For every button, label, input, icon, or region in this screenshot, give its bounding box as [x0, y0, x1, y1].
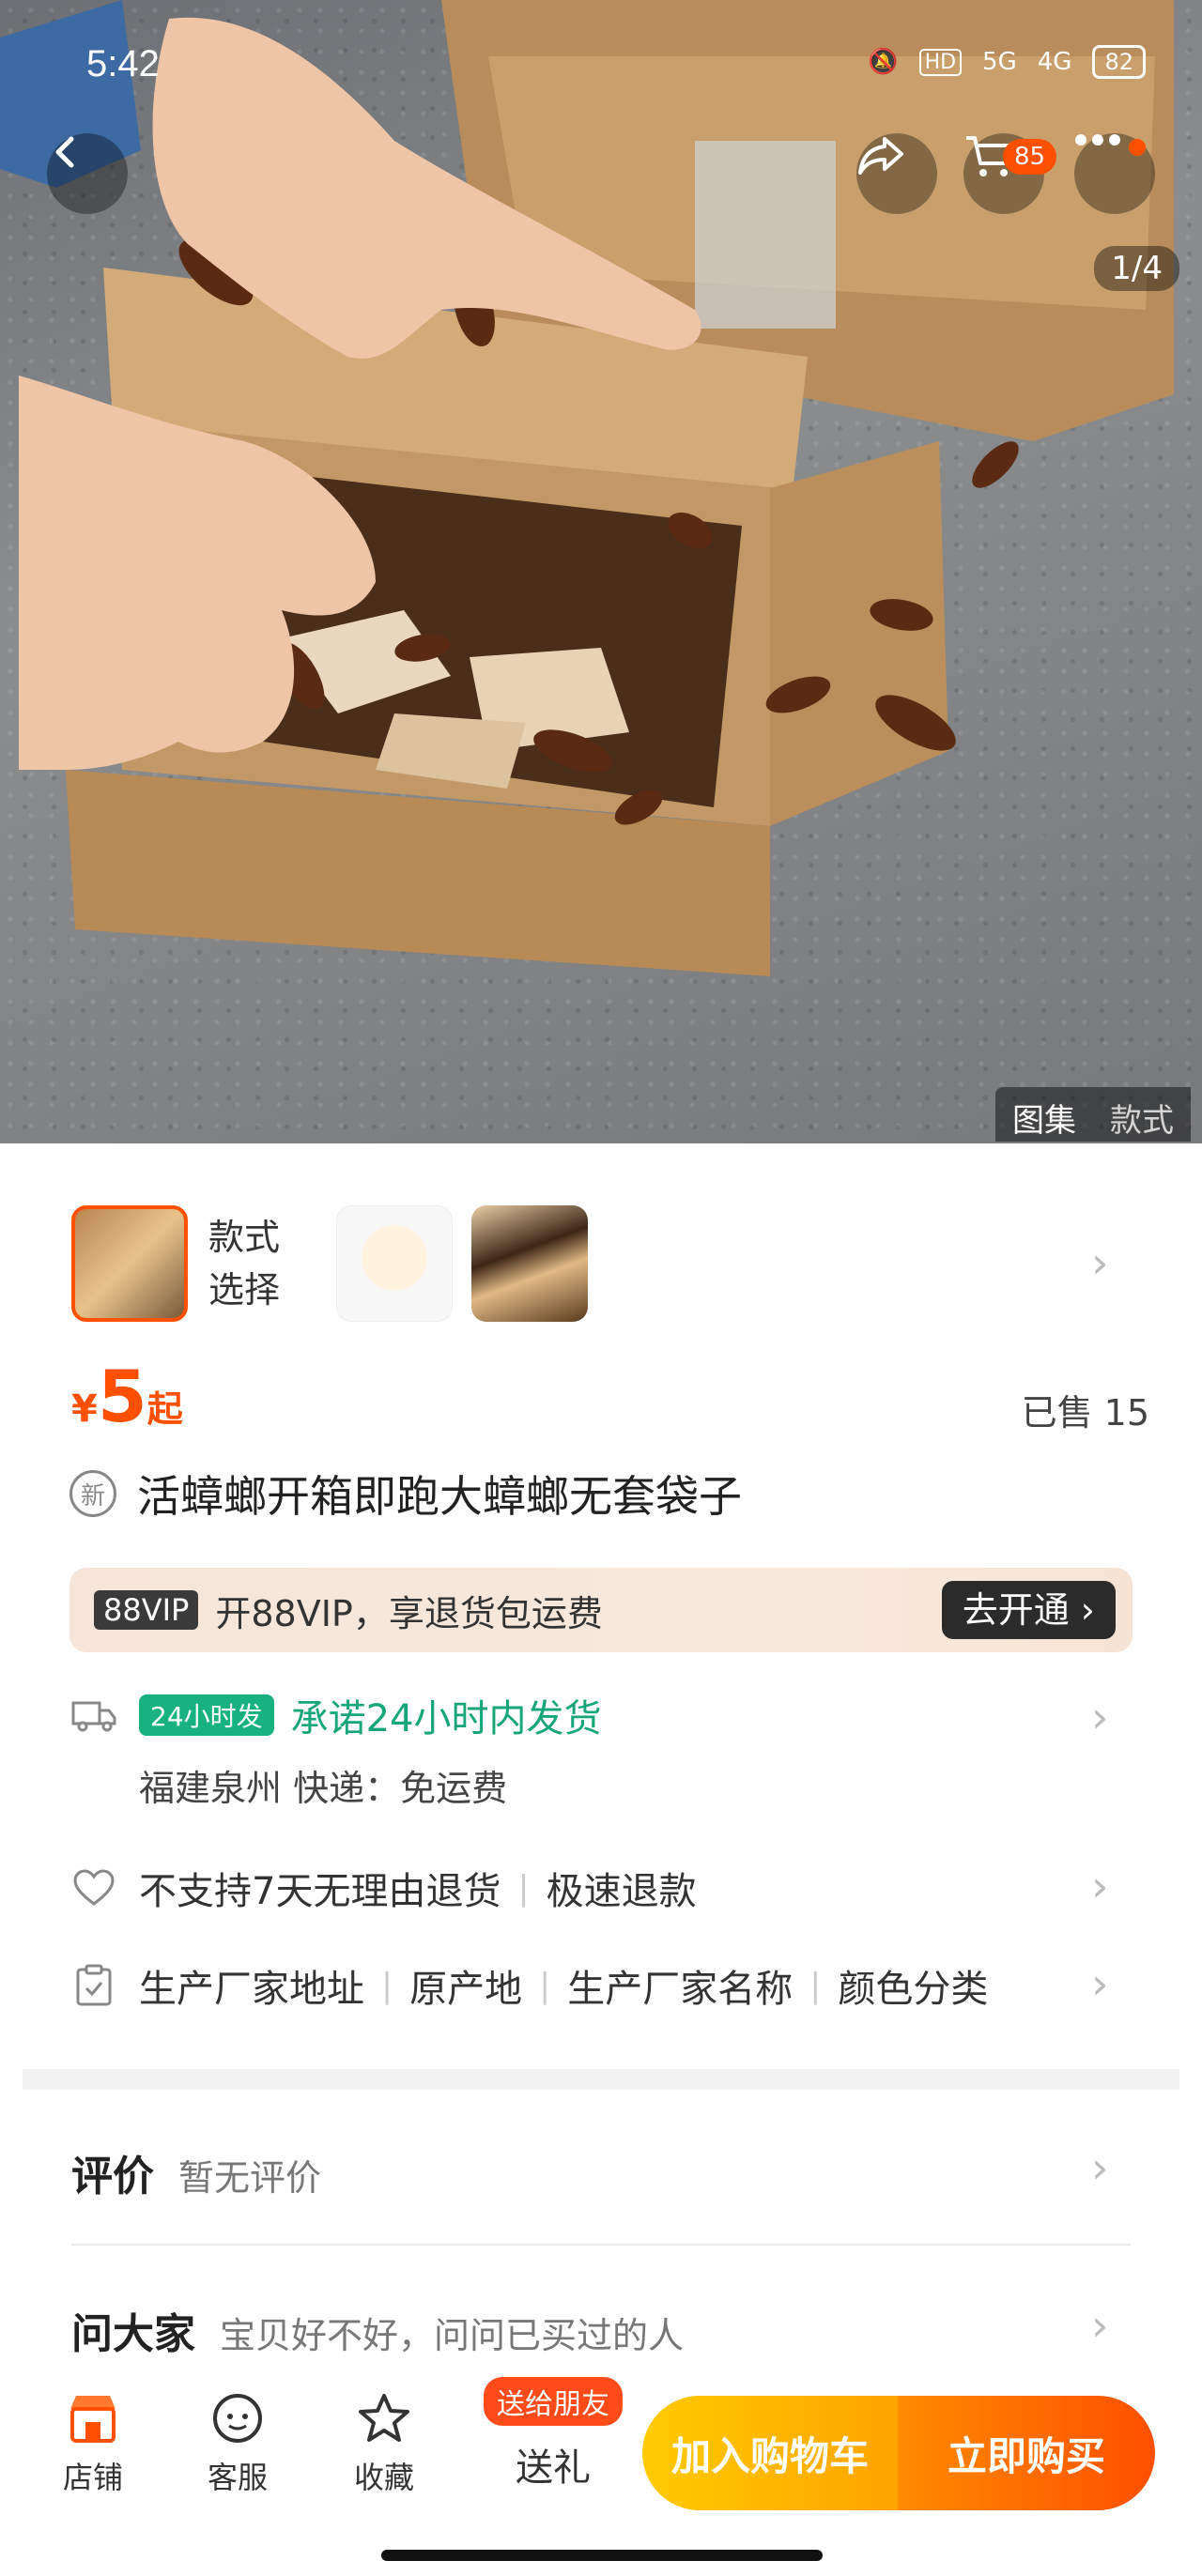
status-icons: 🔕 HD 5G 4G 82 — [868, 45, 1146, 79]
param-item: 生产厂家地址 — [139, 1968, 364, 2011]
shipping-row[interactable]: 24小时发 承诺24小时内发货 — [69, 1688, 602, 1742]
status-bar: 5:42 🔕 HD 5G 4G 82 — [0, 38, 1202, 94]
separator: | — [809, 1966, 822, 2005]
favorite-label: 收藏 — [353, 2460, 414, 2495]
separator: | — [539, 1966, 551, 2005]
service-icon — [213, 2394, 262, 2443]
gallery-tabs: 图集 款式 — [995, 1087, 1191, 1142]
vip-tag: 88VIP — [94, 1590, 199, 1630]
variant-label-line1: 款式 — [208, 1217, 281, 1258]
divider — [71, 2244, 1131, 2246]
buy-now-button[interactable]: 立即购买 — [898, 2396, 1155, 2510]
purchase-buttons: 加入购物车 立即购买 — [642, 2396, 1155, 2510]
price-suffix: 起 — [146, 1388, 183, 1430]
signal-4g-icon: 4G — [1037, 48, 1072, 76]
share-button[interactable] — [856, 133, 937, 214]
hd-icon: HD — [918, 48, 963, 76]
home-indicator — [381, 2550, 823, 2561]
param-item: 生产厂家名称 — [567, 1968, 794, 2011]
returns-item-2: 极速退款 — [546, 1870, 697, 1913]
ask-sub: 宝贝好不好，问问已买过的人 — [220, 2315, 685, 2356]
share-icon — [858, 137, 903, 175]
separator: | — [517, 1868, 530, 1908]
variant-selector[interactable]: 款式 选择 — [71, 1205, 607, 1322]
gift-badge: 送给朋友 — [484, 2377, 623, 2426]
vip-open-button[interactable]: 去开通 › — [941, 1581, 1116, 1639]
price-symbol: ¥ — [71, 1388, 98, 1431]
returns-item-1: 不支持7天无理由退货 — [139, 1870, 501, 1913]
mute-icon: 🔕 — [868, 48, 899, 76]
review-sub: 暂无评价 — [178, 2157, 322, 2199]
variant-label: 款式 选择 — [208, 1211, 312, 1316]
vip-text: 开88VIP，享退货包运费 — [215, 1592, 603, 1634]
param-item: 原产地 — [409, 1968, 523, 2011]
status-time: 5:42 — [86, 43, 160, 84]
params-row[interactable]: 生产厂家地址 | 原产地 | 生产厂家名称 | 颜色分类 — [69, 1958, 988, 2013]
param-item: 颜色分类 — [838, 1968, 989, 2011]
heart-icon — [69, 1863, 118, 1912]
params-chevron-icon[interactable]: › — [1091, 1958, 1108, 2009]
review-title: 评价 — [71, 2153, 154, 2200]
variant-label-line2: 选择 — [208, 1269, 281, 1311]
shop-label: 店铺 — [62, 2460, 123, 2495]
bottom-action-bar: 店铺 客服 收藏 送给朋友 送礼 加入购物车 立即购买 — [0, 2366, 1202, 2576]
more-dots-icon — [1075, 134, 1120, 146]
battery-icon: 82 — [1092, 45, 1146, 79]
image-page-indicator: 1/4 — [1094, 246, 1179, 291]
product-info-card: 款式 选择 › ¥ 5 起 已售 15 新 活蟑螂开箱即跑大蟑螂无套袋子 88V… — [23, 1143, 1179, 2071]
section-divider — [23, 2069, 1179, 2090]
variant-thumb-3[interactable] — [471, 1205, 588, 1322]
back-button[interactable] — [47, 133, 128, 214]
ask-title: 问大家 — [71, 2310, 195, 2358]
variant-thumb-2[interactable] — [336, 1205, 453, 1322]
gift-button[interactable]: 送给朋友 送礼 — [475, 2377, 631, 2492]
ship-promise: 承诺24小时内发货 — [290, 1697, 602, 1740]
ask-chevron-icon[interactable]: › — [1091, 2300, 1108, 2351]
returns-chevron-icon[interactable]: › — [1091, 1861, 1108, 1911]
ask-section[interactable]: 问大家 宝贝好不好，问问已买过的人 — [71, 2300, 684, 2360]
service-label: 客服 — [207, 2460, 268, 2495]
product-image[interactable]: 5:42 🔕 HD 5G 4G 82 85 1/4 图集 款式 — [0, 0, 1202, 1143]
back-arrow-icon — [55, 136, 74, 168]
favorite-button[interactable]: 收藏 — [332, 2392, 436, 2497]
product-title: 活蟑螂开箱即跑大蟑螂无套袋子 — [137, 1471, 742, 1522]
service-button[interactable]: 客服 — [186, 2392, 289, 2497]
vip-banner[interactable]: 88VIP 开88VIP，享退货包运费 去开通 › — [69, 1568, 1133, 1652]
new-badge-icon: 新 — [69, 1470, 116, 1517]
shop-button[interactable]: 店铺 — [41, 2392, 145, 2497]
clipboard-icon — [69, 1961, 118, 2010]
price: ¥ 5 起 — [71, 1359, 183, 1434]
ship-detail: 福建泉州 快递：免运费 — [139, 1768, 508, 1809]
24h-ship-tag: 24小时发 — [139, 1694, 274, 1736]
returns-row[interactable]: 不支持7天无理由退货 | 极速退款 — [69, 1861, 697, 1915]
signal-5g-icon: 5G — [982, 48, 1017, 76]
add-to-cart-button[interactable]: 加入购物车 — [642, 2396, 898, 2510]
variant-chevron-icon[interactable]: › — [1091, 1237, 1108, 1288]
sold-count: 已售 15 — [1021, 1392, 1149, 1434]
review-chevron-icon[interactable]: › — [1091, 2142, 1108, 2193]
separator: | — [381, 1966, 393, 2005]
product-title-row: 新 活蟑螂开箱即跑大蟑螂无套袋子 — [69, 1463, 742, 1525]
notification-dot — [1129, 139, 1146, 156]
star-icon — [359, 2394, 409, 2442]
tab-style[interactable]: 款式 — [1093, 1087, 1191, 1142]
cart-count-badge: 85 — [1003, 139, 1057, 175]
truck-icon — [69, 1691, 118, 1740]
gift-label: 送礼 — [516, 2446, 591, 2490]
shipping-chevron-icon[interactable]: › — [1091, 1692, 1108, 1742]
tab-gallery[interactable]: 图集 — [995, 1087, 1093, 1142]
variant-thumb-1[interactable] — [71, 1205, 188, 1322]
price-value: 5 — [97, 1355, 147, 1438]
review-section[interactable]: 评价 暂无评价 — [71, 2142, 321, 2202]
shop-icon — [70, 2396, 116, 2443]
